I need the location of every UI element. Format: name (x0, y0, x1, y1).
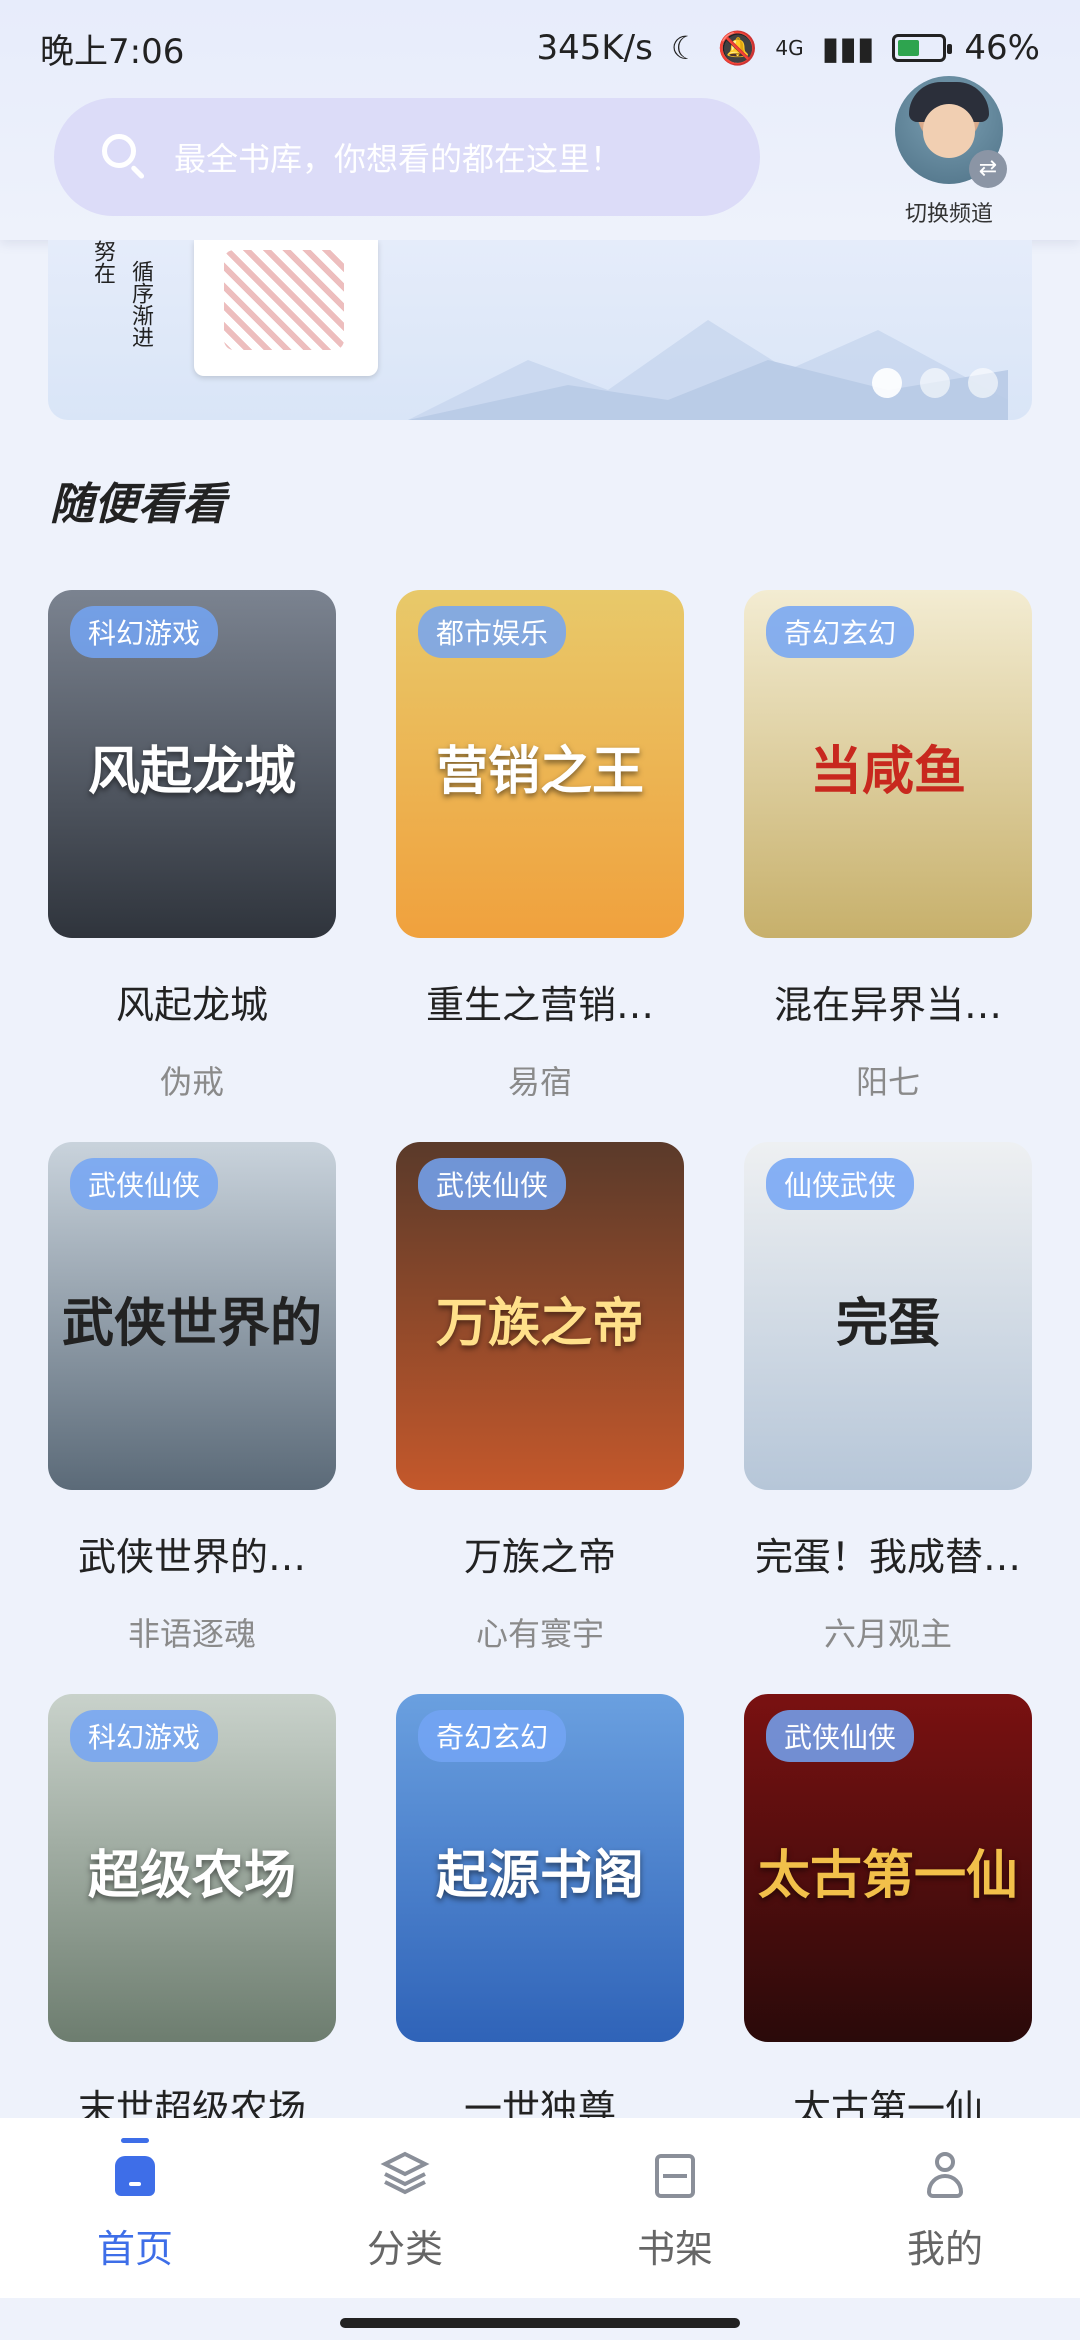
nav-item-category[interactable]: 分类 (315, 2148, 495, 2273)
book-author: 非语逐魂 (127, 1615, 256, 1653)
net-speed: 345K/s (536, 28, 653, 68)
book-title: 完蛋！我成替… (754, 1535, 1021, 1579)
section-title: 随便看看 (50, 479, 226, 530)
nav-label: 分类 (366, 2227, 443, 2271)
genre-tag: 科幻游戏 (70, 606, 219, 658)
book-title: 风起龙城 (115, 983, 268, 1027)
genre-tag: 都市娱乐 (418, 606, 567, 658)
avatar: ⇄ (895, 76, 1007, 188)
carousel-dots (872, 368, 998, 398)
book-title: 混在异界当… (773, 983, 1002, 1027)
nav-item-home[interactable]: 首页 (45, 2138, 225, 2273)
book-author: 易宿 (507, 1063, 572, 1101)
cover-title: 完蛋 (835, 1294, 940, 1355)
banner-book-cover (194, 240, 378, 376)
book-title: 重生之营销… (425, 983, 654, 1027)
genre-tag: 武侠仙侠 (418, 1158, 567, 1210)
cover-title: 万族之帝 (435, 1294, 644, 1355)
cover-title: 超级农场 (87, 1846, 296, 1907)
cover-title: 起源书阁 (435, 1846, 644, 1907)
genre-tag: 科幻游戏 (70, 1710, 219, 1762)
book-card[interactable]: 风起龙城 科幻游戏 风起龙城 伪戒 (48, 590, 336, 1142)
book-card[interactable]: 万族之帝 武侠仙侠 万族之帝 心有寰宇 (396, 1142, 684, 1694)
switch-channel-button[interactable]: ⇄ 切换频道 (884, 76, 1014, 228)
book-row: 武侠世界的 武侠仙侠 武侠世界的… 非语逐魂 万族之帝 武侠仙侠 万族之帝 心有… (48, 1142, 1032, 1694)
book-grid: 风起龙城 科幻游戏 风起龙城 伪戒 营销之王 都市娱乐 重生之营销… 易宿 当咸… (48, 590, 1032, 2246)
switch-channel-label: 切换频道 (904, 202, 993, 227)
genre-tag: 武侠仙侠 (70, 1158, 219, 1210)
book-cover: 太古第一仙 武侠仙侠 (744, 1694, 1032, 2042)
genre-tag: 仙侠武侠 (766, 1158, 915, 1210)
book-card[interactable]: 营销之王 都市娱乐 重生之营销… 易宿 (396, 590, 684, 1142)
book-card[interactable]: 武侠世界的 武侠仙侠 武侠世界的… 非语逐魂 (48, 1142, 336, 1694)
search-placeholder: 最全书库，你想看的都在这里！ (174, 140, 623, 178)
nav-item-bookshelf[interactable]: 书架 (585, 2148, 765, 2273)
book-row: 风起龙城 科幻游戏 风起龙城 伪戒 营销之王 都市娱乐 重生之营销… 易宿 当咸… (48, 590, 1032, 1142)
search-bar[interactable]: 最全书库，你想看的都在这里！ (54, 98, 760, 216)
genre-tag: 奇幻玄幻 (418, 1710, 567, 1762)
battery-fill (898, 40, 920, 56)
book-cover: 营销之王 都市娱乐 (396, 590, 684, 938)
banner-text-col2: 循序渐进 (128, 260, 153, 348)
cover-title: 营销之王 (435, 742, 644, 803)
banner-carousel[interactable]: 努在 循序渐进 (48, 240, 1032, 420)
book-cover: 起源书阁 奇幻玄幻 (396, 1694, 684, 2042)
status-right: 345K/s ☾ 🔕 4G ▮▮▮ 46% (536, 28, 1040, 68)
carousel-dot[interactable] (872, 368, 902, 398)
book-cover: 当咸鱼 奇幻玄幻 (744, 590, 1032, 938)
book-card[interactable]: 完蛋 仙侠武侠 完蛋！我成替… 六月观主 (744, 1142, 1032, 1694)
book-author: 六月观主 (823, 1615, 952, 1653)
search-icon (102, 134, 148, 180)
nav-label: 我的 (906, 2227, 983, 2271)
book-author: 阳七 (855, 1063, 920, 1101)
genre-tag: 奇幻玄幻 (766, 606, 915, 658)
cover-title: 风起龙城 (87, 742, 296, 803)
battery-icon (892, 34, 953, 62)
book-cover: 万族之帝 武侠仙侠 (396, 1142, 684, 1490)
signal-icon: ▮▮▮ (821, 29, 875, 67)
book-cover: 武侠世界的 武侠仙侠 (48, 1142, 336, 1490)
user-icon (919, 2148, 971, 2200)
cover-title: 当咸鱼 (809, 742, 966, 803)
book-cover: 超级农场 科幻游戏 (48, 1694, 336, 2042)
book-card[interactable]: 当咸鱼 奇幻玄幻 混在异界当… 阳七 (744, 590, 1032, 1142)
book-cover: 风起龙城 科幻游戏 (48, 590, 336, 938)
nav-item-mine[interactable]: 我的 (855, 2148, 1035, 2273)
book-title: 万族之帝 (463, 1535, 616, 1579)
carousel-dot[interactable] (968, 368, 998, 398)
nav-label: 书架 (636, 2227, 713, 2271)
carousel-dot[interactable] (920, 368, 950, 398)
genre-tag: 武侠仙侠 (766, 1710, 915, 1762)
layers-icon (379, 2148, 431, 2200)
home-icon (109, 2138, 161, 2200)
book-cover: 完蛋 仙侠武侠 (744, 1142, 1032, 1490)
nav-label: 首页 (96, 2227, 173, 2271)
bookshelf-icon (649, 2148, 701, 2200)
status-time: 晚上7:06 (40, 31, 185, 72)
battery-percent: 46% (964, 28, 1040, 68)
book-author: 心有寰宇 (475, 1615, 604, 1653)
banner-text-col1: 努在 (90, 240, 115, 284)
home-indicator[interactable] (340, 2318, 740, 2328)
book-author: 伪戒 (159, 1063, 224, 1101)
book-title: 武侠世界的… (77, 1535, 306, 1579)
moon-icon: ☾ (670, 29, 700, 67)
bottom-nav: 首页 分类 书架 我的 (0, 2118, 1080, 2298)
signal-label: 4G (775, 36, 804, 60)
cover-title: 武侠世界的 (61, 1294, 322, 1355)
mute-icon: 🔕 (717, 29, 758, 67)
cover-title: 太古第一仙 (757, 1846, 1018, 1907)
banner-mountains (408, 320, 1008, 420)
avatar-face (923, 104, 975, 158)
swap-icon: ⇄ (969, 150, 1007, 188)
